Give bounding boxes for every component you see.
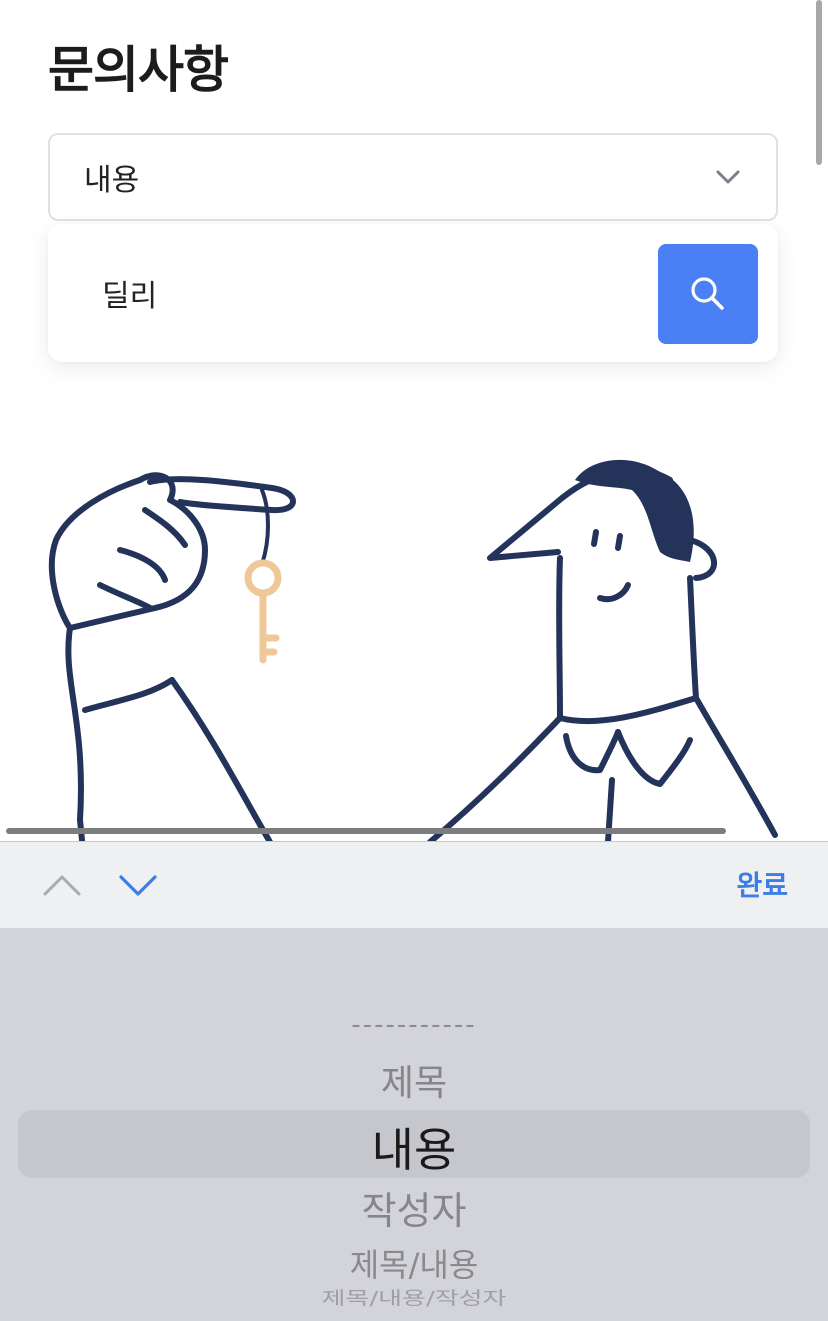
keyboard-toolbar: 완료 bbox=[0, 841, 828, 929]
option-picker[interactable]: ----------- 제목 내용 작성자 제목/내용 제목/내용/작성자 bbox=[0, 928, 828, 1321]
picker-option[interactable]: 제목/내용/작성자 bbox=[0, 1284, 828, 1310]
search-button[interactable] bbox=[658, 244, 758, 344]
picker-option[interactable]: 제목/내용 bbox=[0, 1240, 828, 1286]
next-field-button[interactable] bbox=[118, 868, 158, 902]
chevron-up-icon bbox=[43, 875, 81, 896]
search-filter-value: 내용 bbox=[84, 163, 140, 198]
search-filter-select[interactable]: 내용 bbox=[48, 133, 778, 221]
chevron-down-icon bbox=[119, 875, 157, 896]
picker-option-selected[interactable]: 내용 bbox=[0, 1114, 828, 1180]
search-icon bbox=[691, 277, 724, 310]
picker-option[interactable]: 작성자 bbox=[0, 1180, 828, 1235]
vertical-scrollbar[interactable] bbox=[816, 0, 822, 165]
hero-illustration bbox=[48, 459, 778, 842]
horizontal-scrollbar[interactable] bbox=[6, 828, 726, 834]
previous-field-button[interactable] bbox=[42, 868, 82, 902]
search-panel bbox=[48, 224, 778, 362]
page-title: 문의사항 bbox=[48, 41, 229, 99]
chevron-down-icon bbox=[716, 170, 740, 184]
picker-option[interactable]: ----------- bbox=[0, 1010, 828, 1040]
search-input[interactable] bbox=[100, 264, 644, 322]
picker-option[interactable]: 제목 bbox=[0, 1054, 828, 1106]
done-button[interactable]: 완료 bbox=[736, 864, 788, 904]
